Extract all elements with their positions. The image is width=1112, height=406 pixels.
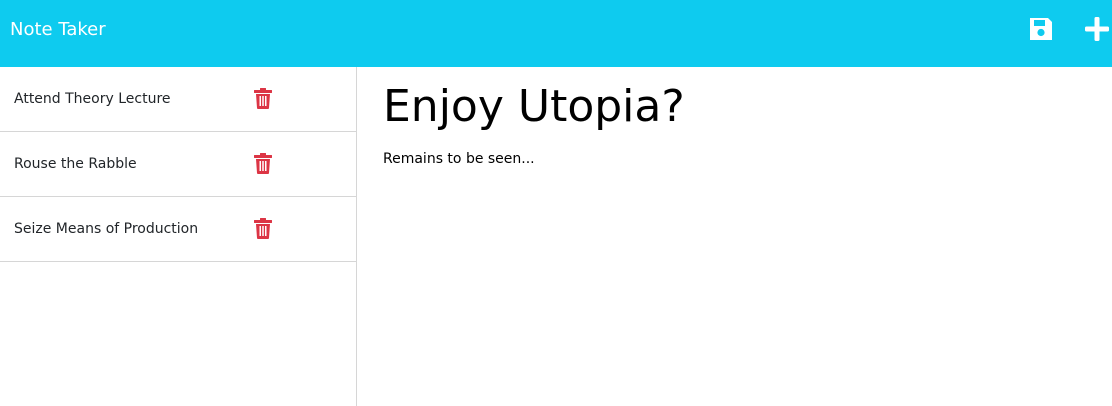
note-text-field[interactable]: Remains to be seen... (383, 149, 535, 169)
save-note-button[interactable] (1028, 16, 1054, 42)
note-list-item[interactable]: Seize Means of Production (0, 197, 356, 262)
note-list-item[interactable]: Attend Theory Lecture (0, 67, 356, 132)
plus-icon (1085, 17, 1109, 41)
note-list-item[interactable]: Rouse the Rabble (0, 132, 356, 197)
note-list-item-title: Seize Means of Production (14, 221, 199, 237)
app-title[interactable]: Note Taker (10, 18, 106, 42)
save-icon (1030, 18, 1052, 40)
note-list: Attend Theory Lecture Rouse the Rabble S… (0, 67, 357, 406)
trash-icon[interactable] (254, 218, 272, 239)
trash-icon[interactable] (254, 88, 272, 109)
note-title-field[interactable]: Enjoy Utopia? (383, 79, 685, 135)
note-editor: Enjoy Utopia? Remains to be seen... (357, 67, 1112, 406)
new-note-button[interactable] (1084, 16, 1110, 42)
trash-icon[interactable] (254, 153, 272, 174)
note-list-item-title: Attend Theory Lecture (14, 91, 171, 107)
note-list-item-title: Rouse the Rabble (14, 156, 137, 172)
navbar: Note Taker (0, 0, 1112, 67)
